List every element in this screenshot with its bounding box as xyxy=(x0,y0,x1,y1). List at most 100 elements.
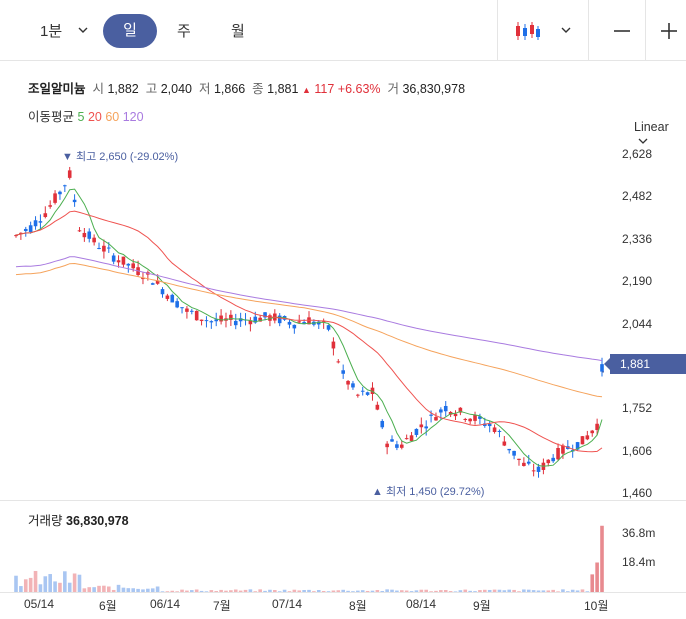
volume-chart[interactable] xyxy=(0,520,686,592)
candle[interactable] xyxy=(238,312,243,327)
candle[interactable] xyxy=(380,419,385,430)
candle[interactable] xyxy=(48,200,52,209)
candle[interactable] xyxy=(87,228,92,243)
candle[interactable] xyxy=(160,287,165,298)
candle[interactable] xyxy=(468,418,472,425)
candle[interactable] xyxy=(531,463,536,477)
price-tick: 1,606 xyxy=(622,443,653,458)
candle[interactable] xyxy=(297,314,302,324)
candle[interactable] xyxy=(233,313,238,330)
candle[interactable] xyxy=(351,380,355,390)
candle[interactable] xyxy=(551,454,555,463)
candle[interactable] xyxy=(82,228,87,242)
candle[interactable] xyxy=(194,310,199,321)
plus-icon[interactable] xyxy=(660,22,678,40)
candle[interactable] xyxy=(585,430,590,441)
candle[interactable] xyxy=(453,410,458,420)
candle[interactable] xyxy=(522,457,526,467)
candle[interactable] xyxy=(346,379,350,390)
candle[interactable] xyxy=(409,431,414,441)
interval-select[interactable]: 1분 xyxy=(40,20,62,41)
candle[interactable] xyxy=(375,401,380,411)
candle[interactable] xyxy=(126,263,131,273)
candle[interactable] xyxy=(590,429,595,437)
candle[interactable] xyxy=(512,450,516,460)
candle[interactable] xyxy=(219,309,223,325)
candle[interactable] xyxy=(170,293,175,303)
candle[interactable] xyxy=(497,429,502,438)
candle[interactable] xyxy=(326,324,331,332)
chevron-down-icon[interactable] xyxy=(561,26,571,34)
candle[interactable] xyxy=(277,313,282,327)
candle[interactable] xyxy=(121,256,126,268)
candle[interactable] xyxy=(580,436,585,445)
candle[interactable] xyxy=(111,253,116,265)
candle[interactable] xyxy=(175,298,179,309)
candle[interactable] xyxy=(268,313,272,327)
candle[interactable] xyxy=(185,306,189,319)
candle[interactable] xyxy=(556,443,560,462)
tab-week[interactable]: 주 xyxy=(177,20,191,41)
candle[interactable] xyxy=(43,206,48,219)
candle[interactable] xyxy=(180,307,184,314)
candle[interactable] xyxy=(67,166,72,180)
candle[interactable] xyxy=(321,318,326,329)
moving-average-legend[interactable]: 이동평균 5 20 60 120 xyxy=(28,106,144,125)
candle[interactable] xyxy=(473,411,477,425)
candle[interactable] xyxy=(209,320,214,329)
candle[interactable] xyxy=(92,234,96,246)
candle[interactable] xyxy=(443,401,448,417)
date-tick: 7월 xyxy=(213,599,231,613)
toolbar-divider xyxy=(645,0,646,60)
candle[interactable] xyxy=(316,319,321,330)
candle[interactable] xyxy=(273,309,277,324)
candle[interactable] xyxy=(53,190,57,205)
candle[interactable] xyxy=(77,227,82,232)
candle[interactable] xyxy=(502,436,507,447)
chevron-down-icon[interactable] xyxy=(78,26,88,34)
candle[interactable] xyxy=(390,435,394,442)
candle[interactable] xyxy=(199,319,204,326)
candle[interactable] xyxy=(341,364,345,379)
candle[interactable] xyxy=(58,190,62,200)
candle[interactable] xyxy=(419,417,424,434)
candle[interactable] xyxy=(517,458,521,466)
candle[interactable] xyxy=(190,308,194,315)
candle[interactable] xyxy=(487,420,492,433)
volume-bar xyxy=(77,574,82,592)
candle[interactable] xyxy=(23,226,28,237)
candle[interactable] xyxy=(356,393,360,398)
candle[interactable] xyxy=(492,424,497,434)
candle[interactable] xyxy=(336,359,341,364)
candle[interactable] xyxy=(385,441,389,455)
candle[interactable] xyxy=(292,324,297,334)
candle[interactable] xyxy=(360,386,365,396)
candle[interactable] xyxy=(414,428,419,438)
date-tick: 9월 xyxy=(473,599,491,613)
candle[interactable] xyxy=(463,417,468,423)
candle[interactable] xyxy=(365,391,370,396)
minus-icon[interactable] xyxy=(613,24,631,38)
candle[interactable] xyxy=(395,440,399,451)
candle[interactable] xyxy=(248,317,253,332)
candle[interactable] xyxy=(165,293,170,302)
volume-bar xyxy=(33,570,38,592)
candle[interactable] xyxy=(102,239,106,259)
candle[interactable] xyxy=(72,194,77,207)
candle[interactable] xyxy=(33,216,38,230)
candle[interactable] xyxy=(307,311,311,325)
volume-bar xyxy=(590,574,595,592)
date-tick: 6월 xyxy=(99,599,117,613)
candle[interactable] xyxy=(331,337,336,356)
candle[interactable] xyxy=(204,316,209,328)
candle[interactable] xyxy=(404,434,409,440)
candle[interactable] xyxy=(150,282,155,285)
candlestick-icon[interactable] xyxy=(514,20,540,42)
price-chart[interactable] xyxy=(0,140,686,500)
candle[interactable] xyxy=(63,184,67,193)
tab-month[interactable]: 월 xyxy=(231,20,245,41)
candle[interactable] xyxy=(97,242,101,250)
tab-day[interactable]: 일 xyxy=(103,14,157,48)
scale-label: Linear xyxy=(634,120,669,134)
candle[interactable] xyxy=(507,448,512,454)
